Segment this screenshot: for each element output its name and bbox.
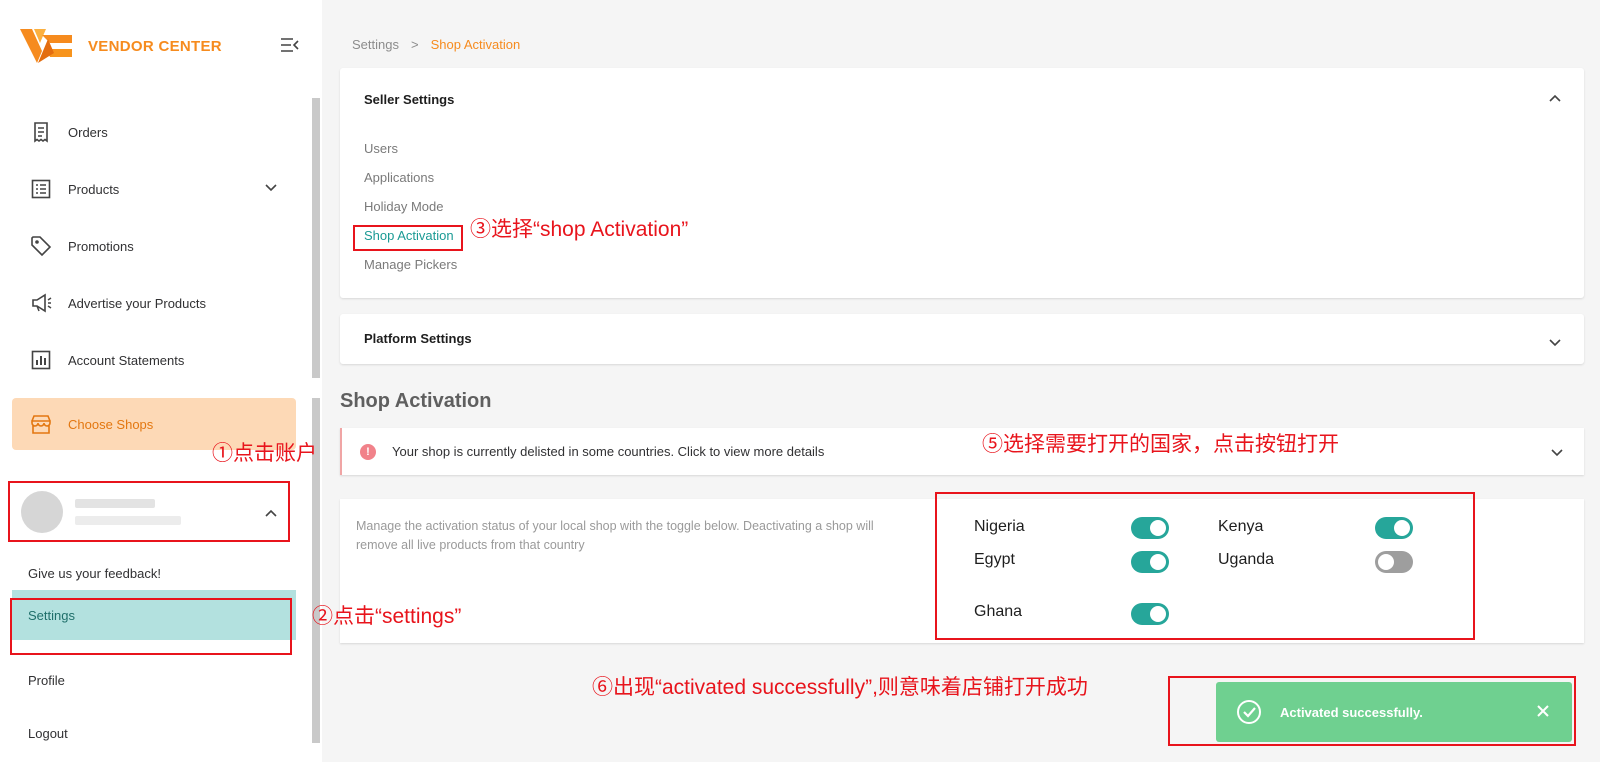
annotation-step5: ⑤选择需要打开的国家，点击按钮打开 xyxy=(982,433,1339,456)
annotation-step1: ①点击账户 xyxy=(212,442,317,465)
sidebar-item-advertise[interactable]: Advertise your Products xyxy=(12,275,296,331)
alert-text: Your shop is currently delisted in some … xyxy=(392,444,825,459)
seller-settings-card: Seller Settings Users Applications Holid… xyxy=(340,68,1584,298)
menu-item-profile[interactable]: Profile xyxy=(12,655,296,705)
chevron-down-icon[interactable] xyxy=(1548,335,1562,353)
list-icon xyxy=(30,178,52,200)
platform-settings-card[interactable]: Platform Settings xyxy=(340,314,1584,364)
platform-settings-title[interactable]: Platform Settings xyxy=(364,331,472,346)
shop-activation-title: Shop Activation xyxy=(340,390,492,412)
megaphone-icon xyxy=(30,292,52,314)
breadcrumb-settings[interactable]: Settings xyxy=(352,37,399,52)
annotation-step6: ⑥出现“activated successfully”,则意味着店铺打开成功 xyxy=(592,676,1088,699)
delisted-alert[interactable]: ! Your shop is currently delisted in som… xyxy=(340,428,1584,475)
chevron-down-icon[interactable] xyxy=(1550,445,1564,463)
activation-description: Manage the activation status of your loc… xyxy=(356,519,874,552)
annotation-box-toast xyxy=(1168,676,1576,746)
bar-chart-icon xyxy=(30,349,52,371)
collapse-sidebar-icon[interactable] xyxy=(280,37,300,58)
brand-name: VENDOR CENTER xyxy=(88,37,222,55)
seller-settings-title[interactable]: Seller Settings xyxy=(364,92,454,107)
annotation-box-shop-activation xyxy=(353,225,463,251)
tag-icon xyxy=(30,235,52,257)
annotation-step3: ③选择“shop Activation” xyxy=(470,218,689,241)
sidebar-item-label: Orders xyxy=(68,124,108,140)
sidebar-scrollbar[interactable] xyxy=(312,98,320,378)
sidebar-item-label: Products xyxy=(68,181,120,197)
alert-icon: ! xyxy=(360,443,376,460)
annotation-step2: ②点击“settings” xyxy=(312,605,462,628)
vendor-center-logo[interactable]: VENDOR CENTER xyxy=(20,27,222,65)
menu-item-logout[interactable]: Logout xyxy=(12,708,296,758)
vendor-logo-icon xyxy=(20,29,72,63)
annotation-box-settings xyxy=(10,598,292,655)
sidebar-item-account-statements[interactable]: Account Statements xyxy=(12,332,296,388)
chevron-down-icon[interactable] xyxy=(264,181,278,196)
sidebar-item-label: Promotions xyxy=(68,238,134,254)
breadcrumb: Settings > Shop Activation xyxy=(352,37,520,52)
annotation-box-countries xyxy=(935,492,1475,640)
link-users[interactable]: Users xyxy=(364,141,398,156)
sidebar-item-orders[interactable]: Orders xyxy=(12,104,296,160)
chevron-up-icon[interactable] xyxy=(1548,90,1562,108)
breadcrumb-separator: > xyxy=(410,37,419,52)
annotation-box-account xyxy=(8,481,290,542)
sidebar-item-label: Choose Shops xyxy=(68,416,154,432)
sidebar-item-label: Advertise your Products xyxy=(68,295,207,311)
link-applications[interactable]: Applications xyxy=(364,170,434,185)
sidebar-item-products[interactable]: Products xyxy=(12,161,296,217)
store-icon xyxy=(30,413,52,435)
sidebar-item-promotions[interactable]: Promotions xyxy=(12,218,296,274)
link-holiday-mode[interactable]: Holiday Mode xyxy=(364,199,444,214)
sidebar-item-label: Account Statements xyxy=(68,352,185,368)
receipt-icon xyxy=(30,121,52,143)
link-manage-pickers[interactable]: Manage Pickers xyxy=(364,257,457,272)
breadcrumb-current: Shop Activation xyxy=(430,37,521,52)
